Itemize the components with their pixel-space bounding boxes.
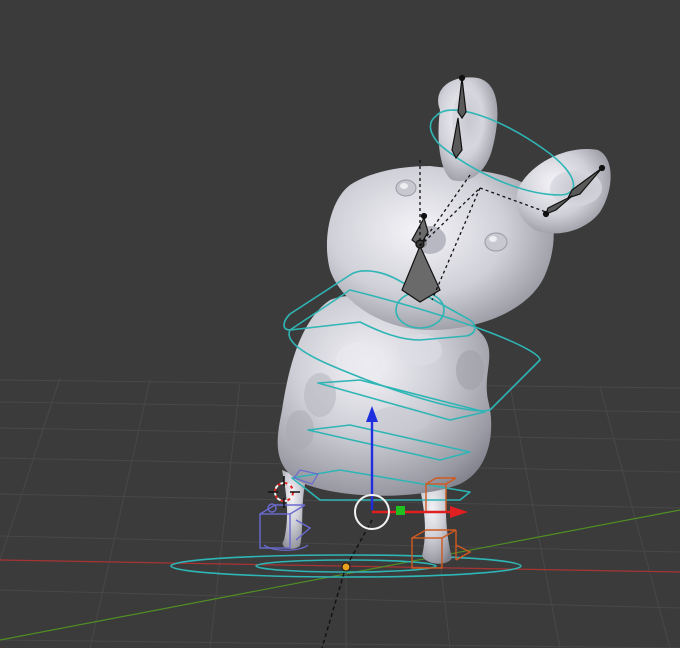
3d-viewport[interactable] (0, 0, 680, 648)
viewport-canvas[interactable] (0, 0, 680, 648)
origin-dot-icon (341, 562, 351, 572)
gizmo-y-handle[interactable] (396, 506, 405, 515)
